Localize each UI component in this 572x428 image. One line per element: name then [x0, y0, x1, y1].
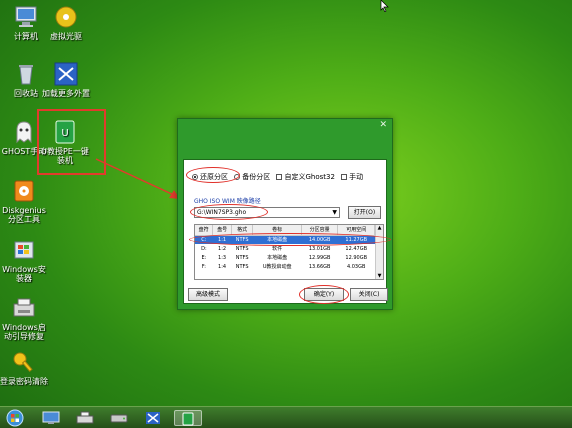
checkbox-custom-label: 自定义Ghost32 [284, 173, 335, 181]
scroll-up-icon[interactable]: ▲ [376, 225, 383, 231]
desktop-icon-label: Windows启动引导修复 [2, 323, 46, 341]
desktop-icon-label: 虚拟光驱 [50, 32, 82, 41]
cell-format: NTFS [235, 254, 249, 261]
windows-logo-icon [6, 409, 24, 427]
ghost-icon [11, 120, 37, 144]
cell-size: 13.66GB [308, 263, 331, 270]
taskbar-item-drive[interactable] [108, 410, 130, 426]
dialog-client-area: 还原分区 备份分区 自定义Ghost32 手动 GHO ISO WIM 映像路径… [183, 159, 391, 304]
taskbar-item-network[interactable] [142, 410, 164, 426]
cell-drive: F: [201, 263, 206, 270]
cell-size: 12.99GB [308, 254, 331, 261]
diskgenius-icon [11, 179, 37, 203]
desktop-icon-password-clear[interactable]: 登录密码清除 [0, 350, 48, 386]
open-button[interactable]: 打开(O) [348, 206, 381, 219]
cell-free: 12.47GB [345, 245, 368, 252]
cell-drive: E: [201, 254, 207, 261]
cell-label: U教授启动盘 [262, 264, 292, 270]
cell-disk-no: 1:4 [218, 263, 227, 270]
cell-disk-no: 1:3 [218, 254, 227, 261]
pe-installer-dialog: ✕ 还原分区 备份分区 自定义Ghost32 手动 GHO ISO WIM 映像… [177, 118, 393, 310]
network-icon [146, 412, 160, 424]
desktop-icon-load-more[interactable]: 加载更多外置 [42, 62, 90, 98]
desktop-icon-label: 加载更多外置 [42, 89, 90, 98]
highlight-ellipse [189, 233, 391, 246]
scroll-down-icon[interactable]: ▼ [376, 273, 383, 279]
advanced-mode-button[interactable]: 高级模式 [188, 288, 228, 301]
pe-installer-icon [182, 412, 194, 426]
cell-format: NTFS [235, 263, 249, 270]
taskbar-item-tool[interactable] [74, 410, 96, 426]
monitor-icon [42, 411, 60, 424]
checkbox-icon [341, 174, 348, 180]
desktop-icon-label: 登录密码清除 [0, 377, 48, 386]
close-button[interactable]: 关闭(C) [350, 288, 388, 301]
cell-drive: D: [201, 245, 207, 252]
load-more-icon [53, 62, 79, 86]
taskbar [0, 406, 572, 428]
password-key-icon [11, 350, 37, 374]
recycle-bin-icon [13, 62, 39, 86]
virtual-drive-icon [53, 5, 79, 29]
checkbox-manual[interactable]: 手动 [341, 172, 363, 182]
radio-backup-label: 备份分区 [242, 173, 271, 181]
desktop-icon-windows-installer[interactable]: Windows安装器 [0, 238, 48, 283]
dialog-titlebar[interactable]: ✕ [178, 119, 392, 134]
checkbox-custom-ghost[interactable]: 自定义Ghost32 [276, 172, 335, 182]
cell-disk-no: 1:2 [218, 245, 227, 252]
desktop-icon-boot-repair[interactable]: Windows启动引导修复 [0, 296, 48, 341]
column-header[interactable]: 盘符 [195, 225, 214, 236]
printer-icon [76, 411, 94, 424]
cell-free: 4.03GB [346, 263, 366, 270]
checkbox-manual-label: 手动 [349, 173, 364, 181]
pointer-arrow [95, 158, 180, 199]
boot-repair-icon [11, 296, 37, 320]
drive-icon [110, 414, 128, 423]
desktop-icon-label: Diskgenius分区工具 [2, 206, 46, 224]
desktop-icon-diskgenius[interactable]: Diskgenius分区工具 [0, 179, 48, 224]
start-button[interactable] [4, 409, 26, 427]
cell-label: 本地磁盘 [267, 255, 288, 261]
mouse-cursor-icon [380, 0, 389, 12]
taskbar-item-pe-installer[interactable] [174, 410, 202, 426]
table-row[interactable]: E: 1:3 NTFS 本地磁盘 12.99GB 12.90GB [195, 253, 375, 262]
desktop-icon-virtual-drive[interactable]: 虚拟光驱 [42, 5, 90, 41]
taskbar-item-explorer[interactable] [40, 410, 62, 426]
checkbox-icon [276, 174, 283, 180]
desktop-icon-label: Windows安装器 [2, 265, 46, 283]
highlight-ellipse [190, 204, 268, 220]
computer-icon [13, 5, 39, 29]
table-row[interactable]: F: 1:4 NTFS U教授启动盘 13.66GB 4.03GB [195, 262, 375, 271]
table-scrollbar[interactable]: ▲ ▼ [375, 225, 383, 279]
highlight-ellipse [186, 167, 240, 183]
cell-free: 12.90GB [345, 254, 368, 261]
highlight-ellipse [299, 285, 349, 304]
close-icon[interactable]: ✕ [379, 120, 387, 130]
windows-installer-icon [11, 238, 37, 262]
chevron-down-icon[interactable]: ▼ [332, 208, 337, 217]
